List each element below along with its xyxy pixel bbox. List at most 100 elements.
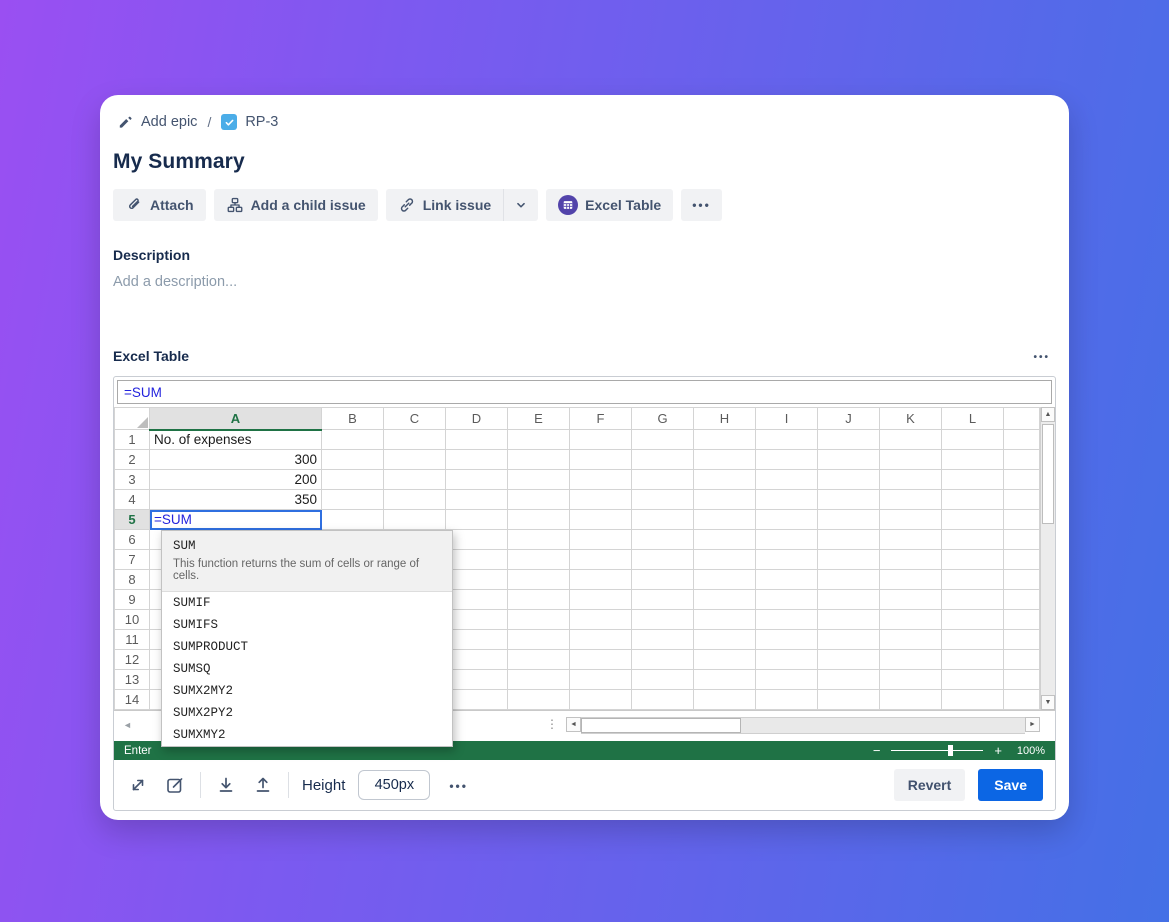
- cell-E8[interactable]: [508, 570, 570, 590]
- autocomplete-item-sumxmy2[interactable]: SUMXMY2: [162, 724, 452, 746]
- cell-B2[interactable]: [322, 450, 384, 470]
- cell-partial-3[interactable]: [1004, 470, 1040, 490]
- cell-G8[interactable]: [632, 570, 694, 590]
- cell-F2[interactable]: [570, 450, 632, 470]
- horizontal-scroll-thumb[interactable]: [581, 718, 741, 733]
- cell-J9[interactable]: [818, 590, 880, 610]
- cell-F4[interactable]: [570, 490, 632, 510]
- row-header-12[interactable]: 12: [115, 650, 150, 670]
- cell-D4[interactable]: [446, 490, 508, 510]
- cell-J10[interactable]: [818, 610, 880, 630]
- cell-G12[interactable]: [632, 650, 694, 670]
- cell-J4[interactable]: [818, 490, 880, 510]
- column-header-F[interactable]: F: [570, 408, 632, 430]
- cell-F14[interactable]: [570, 690, 632, 710]
- cell-J13[interactable]: [818, 670, 880, 690]
- add-epic-link[interactable]: Add epic: [117, 114, 197, 130]
- height-input[interactable]: [358, 770, 430, 800]
- description-placeholder[interactable]: Add a description...: [113, 274, 1056, 290]
- row-header-10[interactable]: 10: [115, 610, 150, 630]
- cell-G4[interactable]: [632, 490, 694, 510]
- cell-K5[interactable]: [880, 510, 942, 530]
- cell-L12[interactable]: [942, 650, 1004, 670]
- link-issue-dropdown-button[interactable]: [503, 189, 538, 221]
- cell-D11[interactable]: [446, 630, 508, 650]
- zoom-out-icon[interactable]: −: [873, 744, 881, 757]
- autocomplete-item-sumproduct[interactable]: SUMPRODUCT: [162, 636, 452, 658]
- cell-K4[interactable]: [880, 490, 942, 510]
- cell-I4[interactable]: [756, 490, 818, 510]
- column-header-G[interactable]: G: [632, 408, 694, 430]
- autocomplete-highlighted-item[interactable]: SUM This function returns the sum of cel…: [162, 531, 452, 592]
- cell-E9[interactable]: [508, 590, 570, 610]
- cell-G11[interactable]: [632, 630, 694, 650]
- cell-C3[interactable]: [384, 470, 446, 490]
- cell-H7[interactable]: [694, 550, 756, 570]
- row-header-6[interactable]: 6: [115, 530, 150, 550]
- cell-B3[interactable]: [322, 470, 384, 490]
- cell-J11[interactable]: [818, 630, 880, 650]
- column-header-J[interactable]: J: [818, 408, 880, 430]
- column-header-A[interactable]: A: [150, 408, 322, 430]
- revert-button[interactable]: Revert: [894, 769, 966, 801]
- cell-G10[interactable]: [632, 610, 694, 630]
- cell-I13[interactable]: [756, 670, 818, 690]
- cell-D2[interactable]: [446, 450, 508, 470]
- cell-E14[interactable]: [508, 690, 570, 710]
- cell-F10[interactable]: [570, 610, 632, 630]
- cell-F11[interactable]: [570, 630, 632, 650]
- autocomplete-item-sumsq[interactable]: SUMSQ: [162, 658, 452, 680]
- cell-J14[interactable]: [818, 690, 880, 710]
- column-header-partial[interactable]: [1004, 408, 1040, 430]
- zoom-slider[interactable]: [891, 750, 983, 751]
- autocomplete-item-sumif[interactable]: SUMIF: [162, 592, 452, 614]
- cell-partial-13[interactable]: [1004, 670, 1040, 690]
- cell-I5[interactable]: [756, 510, 818, 530]
- cell-partial-2[interactable]: [1004, 450, 1040, 470]
- cell-J2[interactable]: [818, 450, 880, 470]
- cell-J3[interactable]: [818, 470, 880, 490]
- cell-partial-9[interactable]: [1004, 590, 1040, 610]
- excel-table-button[interactable]: Excel Table: [546, 189, 673, 221]
- cell-E4[interactable]: [508, 490, 570, 510]
- cell-C1[interactable]: [384, 430, 446, 450]
- cell-H11[interactable]: [694, 630, 756, 650]
- cell-F5[interactable]: [570, 510, 632, 530]
- autocomplete-item-sumx2my2[interactable]: SUMX2MY2: [162, 680, 452, 702]
- cell-D9[interactable]: [446, 590, 508, 610]
- cell-G1[interactable]: [632, 430, 694, 450]
- cell-K6[interactable]: [880, 530, 942, 550]
- cell-D1[interactable]: [446, 430, 508, 450]
- cell-L11[interactable]: [942, 630, 1004, 650]
- cell-H13[interactable]: [694, 670, 756, 690]
- cell-I9[interactable]: [756, 590, 818, 610]
- formula-input[interactable]: [118, 381, 1051, 403]
- cell-L5[interactable]: [942, 510, 1004, 530]
- cell-K13[interactable]: [880, 670, 942, 690]
- cell-B1[interactable]: [322, 430, 384, 450]
- cell-C4[interactable]: [384, 490, 446, 510]
- cell-K9[interactable]: [880, 590, 942, 610]
- attach-button[interactable]: Attach: [113, 189, 206, 221]
- horizontal-scroll-track[interactable]: [581, 717, 1025, 734]
- cell-E5[interactable]: [508, 510, 570, 530]
- scroll-up-icon[interactable]: ▲: [1041, 407, 1055, 422]
- cell-L1[interactable]: [942, 430, 1004, 450]
- autocomplete-item-sumx2py2[interactable]: SUMX2PY2: [162, 702, 452, 724]
- scroll-right-icon[interactable]: ►: [1025, 717, 1040, 732]
- cell-I8[interactable]: [756, 570, 818, 590]
- cell-L14[interactable]: [942, 690, 1004, 710]
- cell-D10[interactable]: [446, 610, 508, 630]
- cell-partial-12[interactable]: [1004, 650, 1040, 670]
- column-header-H[interactable]: H: [694, 408, 756, 430]
- widget-more-button[interactable]: •••: [443, 777, 474, 794]
- cell-partial-5[interactable]: [1004, 510, 1040, 530]
- cell-F13[interactable]: [570, 670, 632, 690]
- cell-I1[interactable]: [756, 430, 818, 450]
- cell-K12[interactable]: [880, 650, 942, 670]
- cell-B4[interactable]: [322, 490, 384, 510]
- edit-button[interactable]: [163, 773, 187, 797]
- cell-L8[interactable]: [942, 570, 1004, 590]
- scroll-left-icon[interactable]: ◄: [566, 717, 581, 732]
- cell-E13[interactable]: [508, 670, 570, 690]
